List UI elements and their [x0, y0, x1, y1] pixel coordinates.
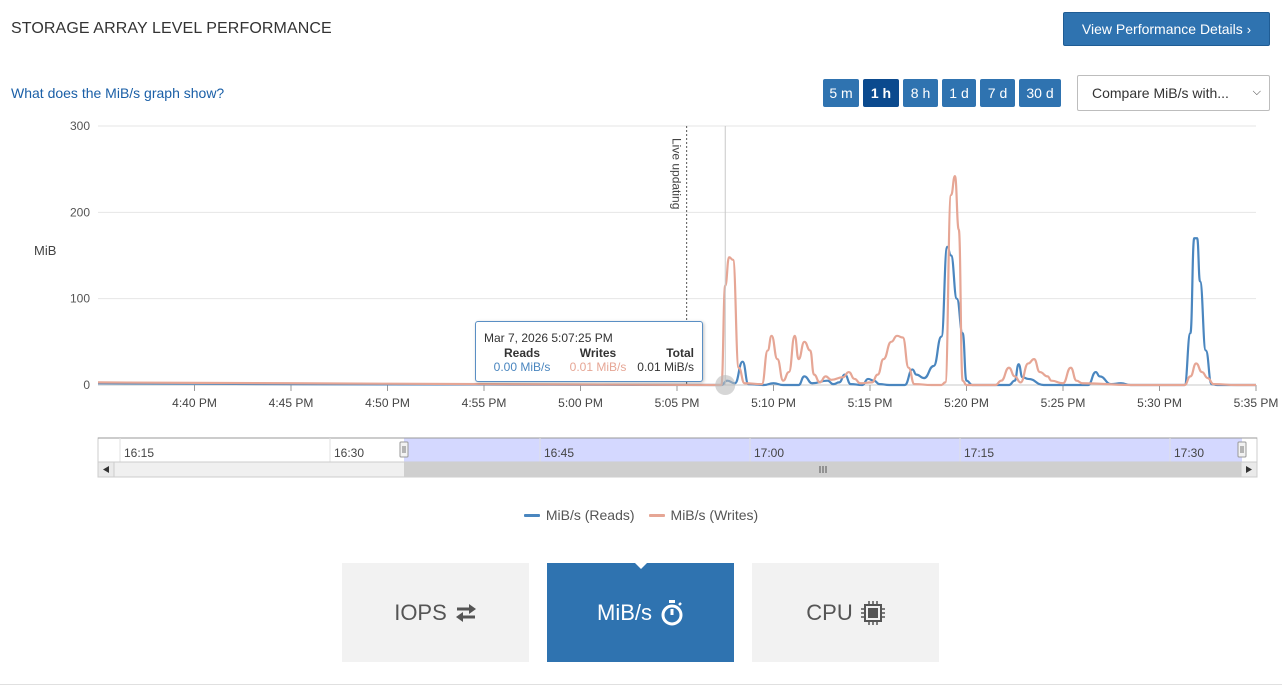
navigator-selection [404, 438, 1242, 462]
tooltip-header-total: Total [666, 346, 694, 360]
navigator-label: 16:45 [544, 446, 574, 460]
performance-chart: 0 100 200 300 4:40 PM 4:45 PM 4:50 PM 4:55 PM 5… [70, 119, 1279, 478]
swap-arrows-icon [455, 603, 477, 623]
x-tick-label: 4:40 PM [172, 396, 217, 410]
tab-cpu-label: CPU [806, 599, 853, 625]
x-tick-label: 4:55 PM [462, 396, 507, 410]
x-tick-label: 5:25 PM [1041, 396, 1086, 410]
tab-iops-label: IOPS [394, 599, 447, 625]
y-tick-label: 0 [83, 378, 90, 392]
navigator-label: 17:00 [754, 446, 784, 460]
y-tick-label: 100 [70, 292, 90, 306]
tooltip-header-writes: Writes [579, 346, 617, 360]
y-tick-label: 300 [70, 119, 90, 133]
tooltip-table: Reads Writes Total 0.00 MiB/s 0.01 MiB/s… [484, 346, 694, 374]
legend-label-reads: MiB/s (Reads) [545, 507, 635, 523]
navigator-handle[interactable] [399, 441, 409, 458]
cpu-chip-icon [860, 600, 885, 625]
navigator-label: 16:15 [124, 446, 154, 460]
x-tick-label: 5:20 PM [944, 396, 989, 410]
tooltip-value-writes: 0.01 MiB/s [569, 360, 627, 374]
tab-cpu[interactable]: CPU [752, 563, 939, 662]
chart-tooltip: Mar 7, 2026 5:07:25 PM Reads Writes Tota… [475, 321, 703, 382]
legend-item-writes[interactable]: MiB/s (Writes) [648, 507, 759, 523]
tooltip-date: Mar 7, 2026 5:07:25 PM [484, 331, 613, 345]
metric-tabs: IOPS MiB/s CPU [342, 562, 957, 662]
legend-swatch-reads [523, 513, 540, 517]
x-tick-label: 5:30 PM [1137, 396, 1182, 410]
x-tick-label: 5:00 PM [558, 396, 603, 410]
navigator-handle[interactable] [1237, 441, 1247, 458]
legend-item-reads[interactable]: MiB/s (Reads) [523, 507, 635, 523]
stopwatch-icon [660, 599, 684, 626]
y-tick-label: 200 [70, 205, 90, 219]
tab-mibs[interactable]: MiB/s [547, 562, 734, 662]
tooltip-value-total: 0.01 MiB/s [637, 360, 694, 374]
crosshair-point [715, 375, 736, 395]
x-tick-label: 5:15 PM [848, 396, 893, 410]
tooltip-header-reads: Reads [503, 346, 541, 360]
chart-legend: MiB/s (Reads) MiB/s (Writes) [0, 507, 1282, 523]
navigator-label: 17:30 [1174, 446, 1204, 460]
navigator-label: 17:15 [964, 446, 994, 460]
tab-mibs-label: MiB/s [597, 599, 652, 625]
x-tick-label: 5:35 PM [1234, 396, 1279, 410]
live-updating-label: Live updating [670, 138, 684, 209]
x-tick-label: 5:10 PM [751, 396, 796, 410]
legend-label-writes: MiB/s (Writes) [670, 507, 759, 523]
navigator-label: 16:30 [334, 446, 364, 460]
legend-swatch-writes [648, 513, 665, 517]
x-tick-label: 4:45 PM [269, 396, 314, 410]
x-tick-label: 4:50 PM [365, 396, 410, 410]
tooltip-value-reads: 0.00 MiB/s [493, 360, 551, 374]
x-tick-label: 5:05 PM [655, 396, 700, 410]
tab-iops[interactable]: IOPS [342, 563, 529, 662]
